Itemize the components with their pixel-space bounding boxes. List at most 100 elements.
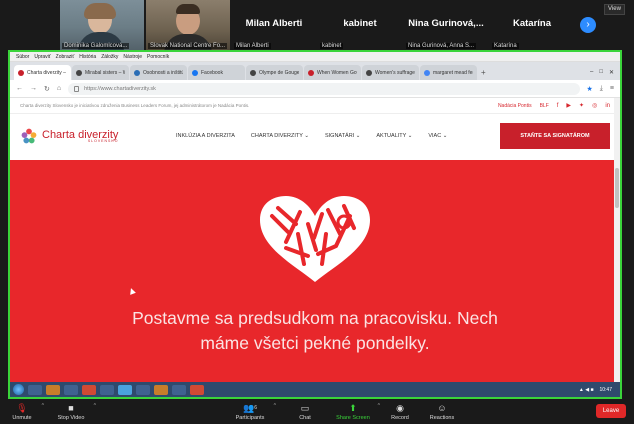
address-bar[interactable]: https://www.chartadiverzity.sk bbox=[68, 82, 580, 95]
chevron-up-icon[interactable]: ^ bbox=[94, 403, 96, 409]
taskbar-app-icon[interactable] bbox=[46, 384, 60, 395]
participants-count: 6 bbox=[254, 404, 257, 411]
chevron-up-icon[interactable]: ^ bbox=[274, 403, 276, 409]
nav-item[interactable]: VIAC ⌄ bbox=[428, 133, 447, 139]
participant-name: Nina Gurinová, Anna S... bbox=[406, 43, 477, 49]
chat-button[interactable]: ▭ Chat bbox=[296, 399, 314, 424]
stop-video-button[interactable]: ■ Stop Video ^ bbox=[54, 399, 96, 424]
participant-video-2[interactable]: Slovak National Centre Fo... bbox=[146, 0, 230, 50]
scrollbar-thumb[interactable] bbox=[615, 168, 619, 208]
participant-name: kabinet bbox=[320, 43, 344, 49]
taskbar-app-icon[interactable] bbox=[154, 384, 168, 395]
taskbar-app-icon[interactable] bbox=[190, 384, 204, 395]
home-icon[interactable]: ⌂ bbox=[57, 85, 61, 92]
web-page: Charta diverzity Slovensko je iniciatívo… bbox=[10, 98, 620, 382]
taskbar-app-icon[interactable] bbox=[136, 384, 150, 395]
participant-name: Milan Alberti bbox=[234, 43, 271, 49]
nav-item[interactable]: CHARTA DIVERZITY ⌄ bbox=[251, 133, 309, 139]
taskbar-app-icon[interactable] bbox=[172, 384, 186, 395]
menu-item[interactable]: História bbox=[79, 54, 96, 60]
muted-microphone-icon: 🎙 bbox=[16, 402, 28, 413]
browser-menubar: Súbor Upraviť Zobraziť História Záložky … bbox=[10, 52, 620, 62]
menu-item[interactable]: Upraviť bbox=[34, 54, 50, 60]
browser-tab[interactable]: Mirabal sisters – Wi... bbox=[72, 65, 129, 80]
browser-tab[interactable]: When Women Got... bbox=[304, 65, 361, 80]
facebook-icon[interactable]: f bbox=[557, 103, 559, 109]
participant-tile-5[interactable]: Nina Gurinová,... Nina Gurinová, Anna S.… bbox=[404, 0, 488, 50]
favicon-icon bbox=[308, 69, 314, 76]
heart-logo-icon bbox=[260, 196, 370, 282]
taskbar-app-icon[interactable] bbox=[118, 384, 132, 395]
windows-start-icon[interactable] bbox=[13, 384, 24, 395]
view-button[interactable]: View bbox=[604, 4, 625, 15]
favicon-icon bbox=[18, 69, 24, 76]
nav-item[interactable]: INKLÚZIA A DIVERZITA bbox=[176, 133, 235, 139]
unmute-button[interactable]: 🎙 Unmute ^ bbox=[8, 399, 44, 424]
participant-video-1[interactable]: Dominika Galomlcová... bbox=[60, 0, 144, 50]
taskbar-app-icon[interactable] bbox=[100, 384, 114, 395]
nav-item[interactable]: AKTUALITY ⌄ bbox=[376, 133, 412, 139]
site-nav: INKLÚZIA A DIVERZITA CHARTA DIVERZITY ⌄ … bbox=[176, 133, 447, 139]
youtube-icon[interactable]: ▶ bbox=[566, 102, 571, 109]
browser-toolbar: ← → ↻ ⌂ https://www.chartadiverzity.sk ★… bbox=[10, 80, 620, 98]
site-header: Charta diverzity SLOVENSKO INKLÚZIA A DI… bbox=[10, 114, 620, 158]
participant-big-name: Milan Alberti bbox=[245, 18, 303, 29]
share-screen-button[interactable]: ⬆ Share Screen ^ bbox=[334, 399, 380, 424]
taskbar-app-icon[interactable] bbox=[64, 384, 78, 395]
wikipedia-icon bbox=[250, 69, 256, 76]
participant-tile-6[interactable]: Katarína Katarína bbox=[490, 0, 574, 50]
next-page-arrow-icon[interactable]: › bbox=[580, 17, 596, 33]
site-logo[interactable]: Charta diverzity SLOVENSKO bbox=[20, 127, 170, 145]
tray-icons[interactable]: ▲ ◀ ■ bbox=[579, 387, 594, 393]
record-button[interactable]: ◉ Record bbox=[389, 399, 411, 424]
instagram-icon[interactable]: ◎ bbox=[592, 102, 597, 109]
forward-icon[interactable]: → bbox=[30, 85, 37, 92]
browser-tab[interactable]: Osobnosti a inštitúc... bbox=[130, 65, 187, 80]
nav-item[interactable]: SIGNATÁRI ⌄ bbox=[325, 133, 360, 139]
minimize-icon[interactable]: – bbox=[590, 69, 593, 76]
site-topline: Charta diverzity Slovensko je iniciatívo… bbox=[10, 98, 620, 114]
taskbar-app-icon[interactable] bbox=[82, 384, 96, 395]
participants-button[interactable]: 👥6 Participants ^ bbox=[232, 399, 276, 424]
hero-headline: Postavme sa predsudkom na pracovisku. Ne… bbox=[10, 306, 620, 356]
browser-tabbar: Charta diverzity – ... Mirabal sisters –… bbox=[10, 62, 620, 80]
taskbar-app-icon[interactable] bbox=[28, 384, 42, 395]
zoom-toolbar: 🎙 Unmute ^ ■ Stop Video ^ 👥6 Participant… bbox=[0, 399, 634, 424]
new-tab-icon[interactable]: + bbox=[481, 68, 486, 77]
participant-tile-4[interactable]: kabinet kabinet bbox=[318, 0, 402, 50]
back-icon[interactable]: ← bbox=[16, 85, 23, 92]
chevron-up-icon[interactable]: ^ bbox=[378, 403, 380, 409]
browser-tab[interactable]: Women's suffrage bbox=[362, 65, 419, 80]
leave-button[interactable]: Leave bbox=[596, 404, 626, 418]
menu-icon[interactable]: ≡ bbox=[610, 85, 614, 92]
menu-item[interactable]: Zobraziť bbox=[56, 54, 75, 60]
reactions-button[interactable]: ☺ Reactions bbox=[428, 399, 456, 424]
participant-big-name: Nina Gurinová,... bbox=[408, 18, 484, 29]
close-icon[interactable]: ✕ bbox=[609, 69, 614, 76]
browser-tab[interactable]: Charta diverzity – ... bbox=[14, 65, 71, 80]
participant-big-name: Katarína bbox=[512, 18, 551, 29]
page-scrollbar[interactable] bbox=[614, 98, 620, 382]
participant-tile-3[interactable]: Milan Alberti Milan Alberti bbox=[232, 0, 316, 50]
charta-flower-icon bbox=[21, 128, 37, 144]
menu-item[interactable]: Záložky bbox=[101, 54, 118, 60]
reload-icon[interactable]: ↻ bbox=[44, 85, 50, 93]
maximize-icon[interactable]: □ bbox=[599, 69, 603, 76]
menu-item[interactable]: Súbor bbox=[16, 54, 29, 60]
become-signatory-button[interactable]: STAŇTE SA SIGNATÁROM bbox=[500, 123, 610, 149]
top-link[interactable]: BLF bbox=[540, 103, 549, 109]
top-link[interactable]: Nadácia Pontis bbox=[498, 103, 532, 109]
browser-tab[interactable]: margaret mead femi... bbox=[420, 65, 477, 80]
twitter-icon[interactable]: ✦ bbox=[579, 102, 584, 109]
bookmark-star-icon[interactable]: ★ bbox=[587, 85, 593, 93]
system-tray: ▲ ◀ ■ 10:47 bbox=[579, 387, 620, 393]
browser-tab[interactable]: Facebook bbox=[188, 65, 245, 80]
download-icon[interactable]: ⤓ bbox=[600, 85, 603, 93]
menu-item[interactable]: Pomocník bbox=[147, 54, 169, 60]
browser-tab[interactable]: Olympe de Gouges bbox=[246, 65, 303, 80]
participant-big-name: kabinet bbox=[343, 18, 377, 29]
reactions-icon: ☺ bbox=[437, 402, 447, 413]
menu-item[interactable]: Nástroje bbox=[123, 54, 142, 60]
linkedin-icon[interactable]: in bbox=[605, 103, 610, 109]
chevron-up-icon[interactable]: ^ bbox=[42, 403, 44, 409]
